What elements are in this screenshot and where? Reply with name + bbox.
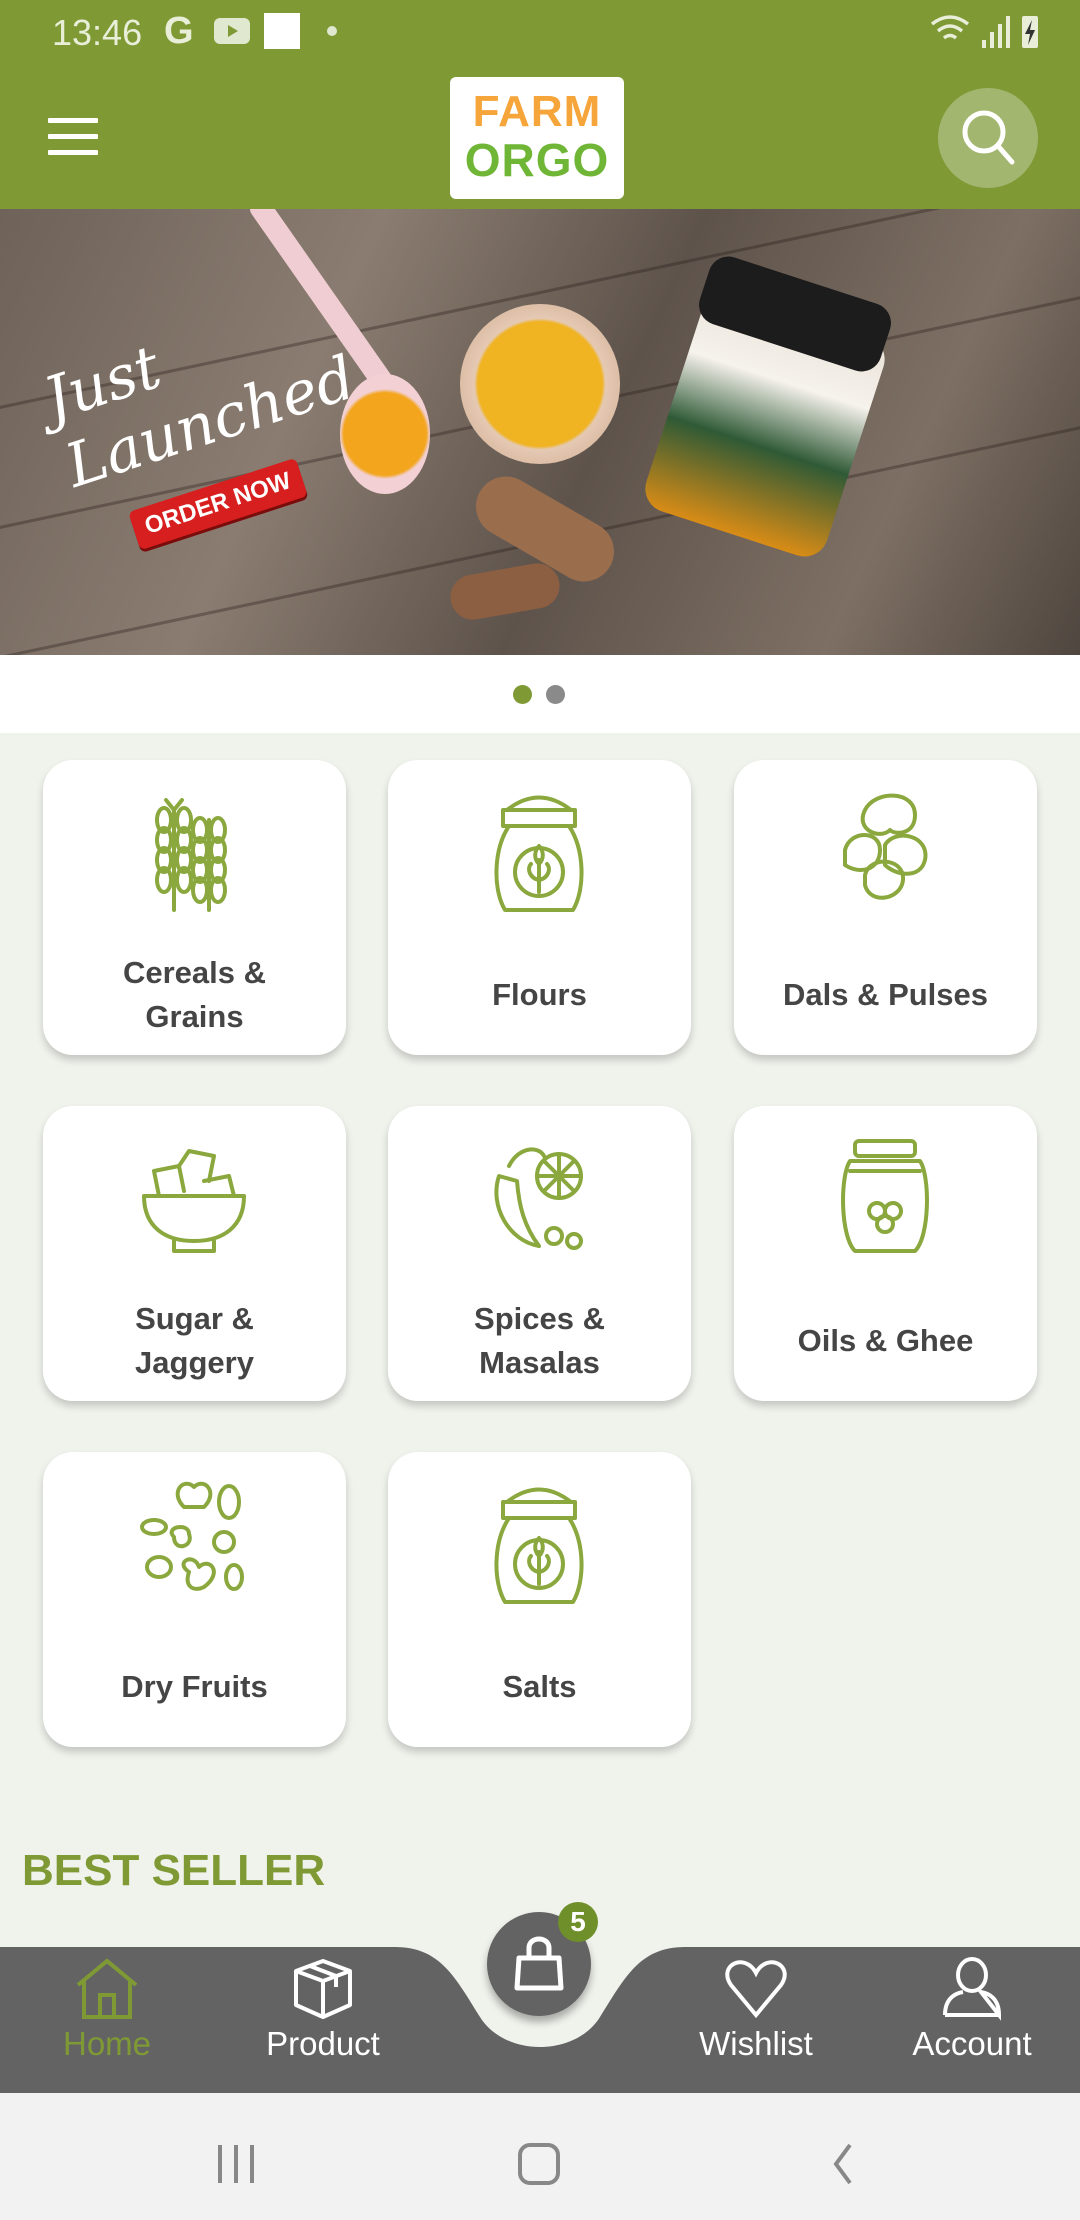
google-icon: G: [164, 10, 194, 52]
spices-icon: [494, 1147, 583, 1250]
dry-fruits-icon: [140, 1481, 244, 1591]
category-card-dals-pulses[interactable]: Dals & Pulses: [734, 760, 1037, 1055]
category-label: Oils & Ghee: [797, 1323, 974, 1358]
sugar-bowl-icon: [142, 1149, 246, 1253]
search-icon: [962, 110, 1015, 165]
status-bar: 13:46 G: [0, 0, 1080, 62]
category-label: Dry Fruits: [121, 1669, 268, 1704]
category-label: Salts: [502, 1669, 577, 1704]
back-button[interactable]: [833, 2143, 852, 2185]
category-card-oils-ghee[interactable]: Oils & Ghee: [734, 1106, 1037, 1401]
flour-sack-icon: [494, 795, 584, 912]
category-label: Sugar & Jaggery: [135, 1301, 254, 1380]
hamburger-menu-button[interactable]: [48, 118, 98, 155]
heart-icon: [725, 1960, 787, 2019]
cart-count-badge: 5: [558, 1902, 598, 1942]
category-label: Flours: [492, 977, 587, 1012]
promo-banner[interactable]: Just Launched ORDER NOW: [0, 209, 1080, 655]
nav-wishlist[interactable]: Wishlist: [676, 1957, 836, 2063]
home-icon: [76, 1958, 138, 2019]
salt-sack-icon: [494, 1487, 584, 1604]
notification-app-icon: [264, 13, 300, 49]
farmorgo-logo[interactable]: FARM ORGO: [450, 77, 624, 199]
category-card-dry-fruits[interactable]: Dry Fruits: [43, 1452, 346, 1747]
app-header: FARM ORGO: [0, 62, 1080, 209]
category-card-salts[interactable]: Salts: [388, 1452, 691, 1747]
beans-icon: [843, 793, 928, 900]
search-button[interactable]: [938, 88, 1038, 188]
category-card-spices-masalas[interactable]: Spices & Masalas: [388, 1106, 691, 1401]
wifi-signal-battery-icon: [930, 15, 1038, 48]
banner-headline: Just Launched: [35, 332, 364, 502]
nav-product[interactable]: Product: [243, 1957, 403, 2063]
status-time: 13:46: [52, 12, 143, 53]
system-navigation-bar: [0, 2093, 1080, 2220]
nav-home[interactable]: Home: [27, 1957, 187, 2063]
ghee-jar-icon: [841, 1139, 929, 1253]
more-notifications-icon: [327, 26, 337, 36]
category-card-sugar-jaggery[interactable]: Sugar & Jaggery: [43, 1106, 346, 1401]
category-card-cereals-grains[interactable]: Cereals & Grains: [43, 760, 346, 1055]
wheat-icon: [155, 798, 227, 912]
carousel-indicator: [0, 655, 1080, 733]
category-label: Cereals & Grains: [122, 955, 267, 1034]
recent-apps-button[interactable]: [218, 2145, 254, 2183]
turmeric-bowl-image: [460, 304, 620, 464]
category-label: Dals & Pulses: [782, 977, 989, 1012]
nav-account[interactable]: Account: [892, 1957, 1052, 2063]
category-label: Spices & Masalas: [474, 1301, 605, 1380]
home-system-button[interactable]: [518, 2143, 560, 2185]
category-card-flours[interactable]: Flours: [388, 760, 691, 1055]
carousel-dot-active[interactable]: [513, 685, 532, 704]
section-title-best-seller: BEST SELLER: [22, 1846, 326, 1895]
user-icon: [943, 1957, 1002, 2021]
box-icon: [294, 1959, 352, 2019]
youtube-icon: [214, 18, 250, 44]
carousel-dot[interactable]: [546, 685, 565, 704]
